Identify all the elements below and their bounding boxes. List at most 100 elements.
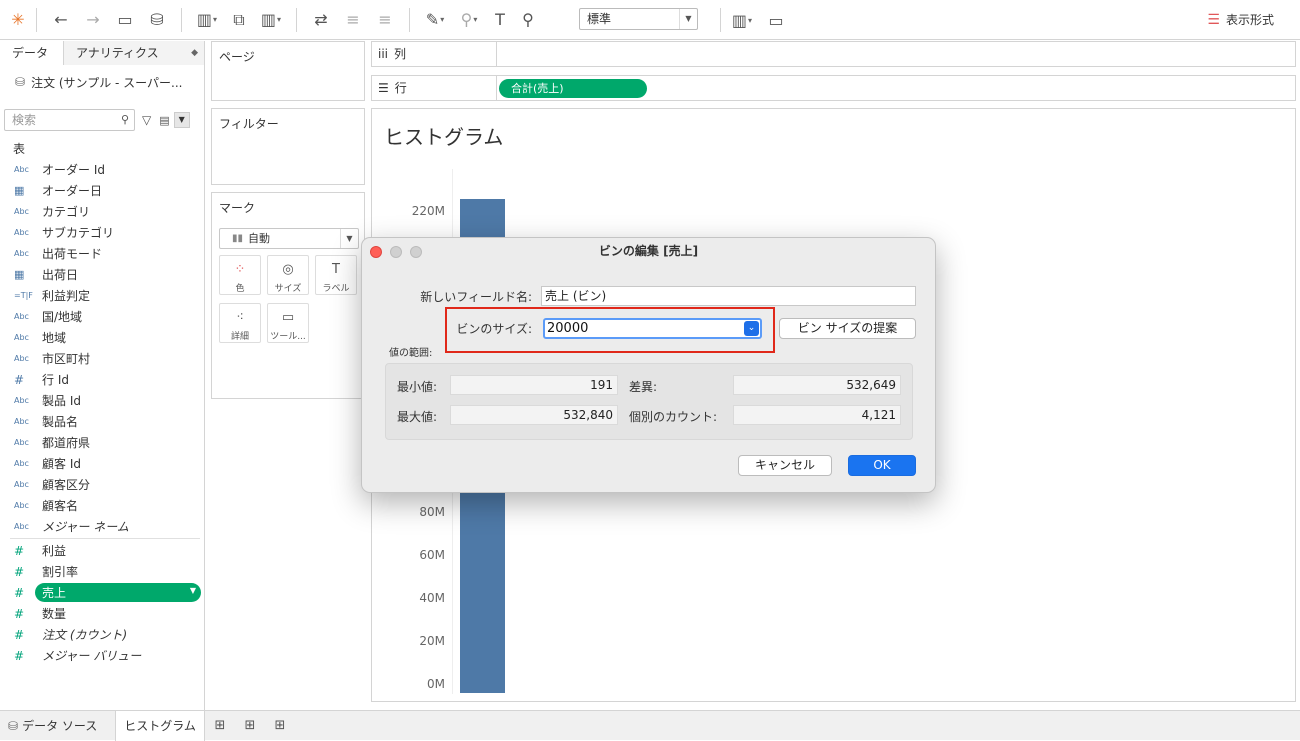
sort-descending-icon[interactable]: ≡ xyxy=(369,6,401,34)
columns-shelf[interactable]: iii 列 xyxy=(371,41,1296,67)
field-item[interactable]: Abc カテゴリ xyxy=(0,201,204,222)
field-item[interactable]: # 数量 xyxy=(0,603,204,624)
field-item[interactable]: Abc 顧客 Id xyxy=(0,453,204,474)
field-label: オーダー Id xyxy=(42,163,105,177)
field-item[interactable]: Abc 製品名 xyxy=(0,411,204,432)
label-button[interactable]: T ラベル xyxy=(315,255,357,295)
field-item[interactable]: Abc 顧客区分 xyxy=(0,474,204,495)
number-type-icon: # xyxy=(14,564,25,579)
show-mark-labels-icon[interactable]: T xyxy=(486,6,514,34)
field-label: 利益 xyxy=(42,544,67,558)
rows-pill-sum-sales[interactable]: 合計(売上) xyxy=(499,79,647,98)
duplicate-sheet-icon[interactable]: ⧉ xyxy=(224,6,254,34)
new-field-name-input[interactable]: 売上 (ビン) xyxy=(541,286,916,306)
toolbar-divider xyxy=(36,7,37,32)
rows-icon: ☰ xyxy=(378,81,389,95)
new-dashboard-icon[interactable]: ⊞ xyxy=(235,711,265,741)
difference-value: 532,649 xyxy=(733,375,901,395)
ok-button[interactable]: OK xyxy=(848,455,916,476)
difference-label: 差異: xyxy=(629,380,658,394)
chart-type-icon[interactable]: ▥ ▾ xyxy=(724,6,760,34)
field-item[interactable]: # 注文 (カウント) xyxy=(0,624,204,645)
fit-view-select[interactable]: 標準 ▼ xyxy=(579,8,698,30)
pages-card[interactable]: ページ xyxy=(211,41,365,101)
rows-shelf[interactable]: ☰ 行 合計(売上) xyxy=(371,75,1296,101)
tooltip-button[interactable]: ▭ ツール... xyxy=(267,303,309,343)
string-type-icon: Abc xyxy=(14,207,29,216)
show-me-icon: ☰ xyxy=(1207,11,1220,28)
new-datasource-icon[interactable]: ⛁ xyxy=(141,6,173,34)
filters-card[interactable]: フィルター xyxy=(211,108,365,185)
max-value: 532,840 xyxy=(450,405,618,425)
datasource-item[interactable]: ⛁ 注文 (サンプル - スーパー... xyxy=(0,65,204,99)
highlight-icon[interactable]: ✎ ▾ xyxy=(418,6,452,34)
string-type-icon: Abc xyxy=(14,333,29,342)
field-item[interactable]: # 利益 xyxy=(0,540,204,561)
field-item[interactable]: Abc サブカテゴリ xyxy=(0,222,204,243)
field-item[interactable]: Abc オーダー Id xyxy=(0,159,204,180)
field-item[interactable]: Abc 市区町村 xyxy=(0,348,204,369)
field-item[interactable]: Abc 地域 xyxy=(0,327,204,348)
chevron-down-icon: ▼ xyxy=(340,229,358,248)
tab-histogram[interactable]: ヒストグラム xyxy=(115,710,205,741)
new-story-icon[interactable]: ⊞ xyxy=(265,711,295,741)
mark-type-select[interactable]: ▮▮ 自動 ▼ xyxy=(219,228,359,249)
new-worksheet-icon[interactable]: ▥ ▾ xyxy=(190,6,224,34)
bin-size-combobox[interactable]: 20000 ⌄ xyxy=(543,318,762,339)
chevron-down-icon[interactable]: ▼ xyxy=(190,586,196,595)
field-item[interactable]: Abc 出荷モード xyxy=(0,243,204,264)
number-type-icon: # xyxy=(14,606,25,621)
chevron-down-icon[interactable]: ▼ xyxy=(173,112,190,128)
value-range-box: 最小値: 191 差異: 532,649 最大値: 532,840 個別のカウン… xyxy=(385,363,913,440)
save-icon[interactable]: ▭ xyxy=(109,6,141,34)
field-item[interactable]: Abc 顧客名 xyxy=(0,495,204,516)
color-button[interactable]: ⁘ 色 xyxy=(219,255,261,295)
field-item[interactable]: Abc 国/地域 xyxy=(0,306,204,327)
field-item[interactable]: Abc 都道府県 xyxy=(0,432,204,453)
undo-icon[interactable]: ← xyxy=(45,6,77,34)
edit-bins-dialog: ビンの編集 [売上] 新しいフィールド名: 売上 (ビン) ビンのサイズ: 20… xyxy=(361,237,936,493)
filter-icon[interactable]: ▽ xyxy=(142,113,151,127)
boolean-type-icon: =T|F xyxy=(14,291,33,300)
field-item[interactable]: # 売上 ▼ xyxy=(0,582,204,603)
clear-sheet-icon[interactable]: ▥ ▾ xyxy=(254,6,288,34)
field-item[interactable]: Abc 製品 Id xyxy=(0,390,204,411)
redo-icon[interactable]: → xyxy=(77,6,109,34)
swap-rows-columns-icon[interactable]: ⇄ xyxy=(305,6,337,34)
chevron-down-icon[interactable]: ⌄ xyxy=(744,321,759,336)
section-title: 表 xyxy=(13,142,26,156)
field-item[interactable]: # 割引率 xyxy=(0,561,204,582)
tab-analytics[interactable]: アナリティクス ◆ xyxy=(64,41,204,65)
color-dots-icon: ⁘ xyxy=(234,262,246,277)
tab-data-source[interactable]: ⛁ データ ソース xyxy=(0,711,105,741)
field-label: 顧客名 xyxy=(42,499,79,513)
presentation-mode-icon[interactable]: ▭ xyxy=(764,6,788,34)
string-type-icon: Abc xyxy=(14,522,29,531)
field-item[interactable]: Abc メジャー ネーム xyxy=(0,516,204,537)
label-icon: T xyxy=(332,262,340,277)
cancel-button[interactable]: キャンセル xyxy=(738,455,832,476)
field-label: 行 Id xyxy=(42,373,69,387)
field-item[interactable]: # 行 Id xyxy=(0,369,204,390)
dimension-measure-divider xyxy=(10,538,200,539)
bar-chart-icon: ▮▮ xyxy=(232,233,244,244)
view-list-icon[interactable]: ▤ xyxy=(159,114,169,127)
field-item[interactable]: =T|F 利益判定 xyxy=(0,285,204,306)
sort-ascending-icon[interactable]: ≡ xyxy=(337,6,369,34)
size-button[interactable]: ◎ サイズ xyxy=(267,255,309,295)
tableau-logo-icon[interactable]: ✳ xyxy=(0,6,36,34)
search-input[interactable]: 検索 ⚲ xyxy=(4,109,135,131)
field-label: メジャー バリュー xyxy=(42,649,142,663)
field-item[interactable]: ▦ 出荷日 xyxy=(0,264,204,285)
new-worksheet-icon[interactable]: ⊞ xyxy=(205,711,235,741)
show-me-button[interactable]: ☰ 表示形式 xyxy=(1207,11,1274,28)
tab-data[interactable]: データ xyxy=(0,41,64,65)
detail-button[interactable]: ⁖ 詳細 xyxy=(219,303,261,343)
field-item[interactable]: ▦ オーダー日 xyxy=(0,180,204,201)
group-members-icon[interactable]: ⚲ ▾ xyxy=(452,6,486,34)
suggest-bin-size-button[interactable]: ビン サイズの提案 xyxy=(779,318,916,339)
number-type-icon: # xyxy=(14,648,25,663)
field-item[interactable]: # メジャー バリュー xyxy=(0,645,204,666)
field-label: 出荷日 xyxy=(42,268,79,282)
pin-axes-icon[interactable]: ⚲ xyxy=(514,6,542,34)
